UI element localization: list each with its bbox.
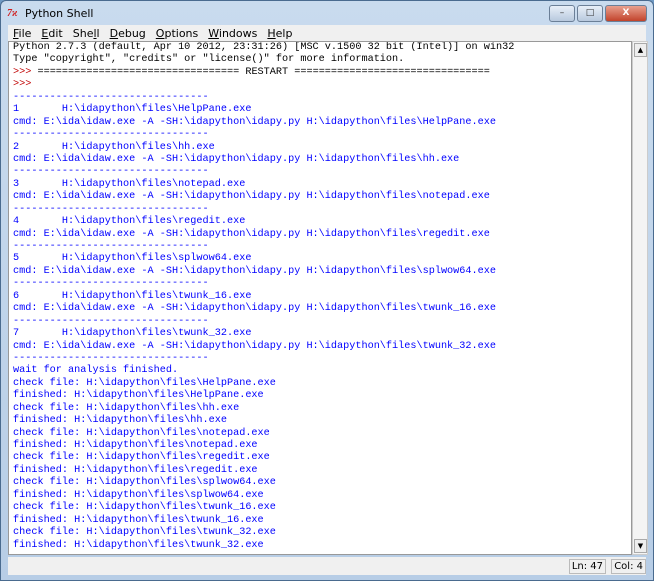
shell-line: cmd: E:\ida\idaw.exe -A -SH:\idapython\i… [13,153,460,165]
shell-line: >>> ================================= RE… [13,66,490,78]
menu-file[interactable]: File [8,27,36,40]
vertical-scrollbar[interactable]: ▲ ▼ [632,41,648,555]
menu-windows[interactable]: Windows [203,27,262,40]
shell-line: finished: H:\idapython\files\twunk_16.ex… [13,514,264,526]
shell-line: Python 2.7.3 (default, Apr 10 2012, 23:3… [13,42,515,53]
shell-line: cmd: E:\ida\idaw.exe -A -SH:\idapython\i… [13,116,496,128]
shell-line: cmd: E:\ida\idaw.exe -A -SH:\idapython\i… [13,303,496,315]
scroll-up-icon[interactable]: ▲ [634,43,647,57]
shell-line: 1 H:\idapython\files\HelpPane.exe [13,104,252,116]
shell-line: -------------------------------- [13,91,209,103]
shell-line: -------------------------------- [13,129,209,141]
shell-line: 4 H:\idapython\files\regedit.exe [13,216,246,228]
shell-lines: Python 2.7.3 (default, Apr 10 2012, 23:3… [13,42,514,552]
menu-edit[interactable]: Edit [36,27,67,40]
shell-line: 2 H:\idapython\files\hh.exe [13,141,215,153]
shell-line: cmd: E:\ida\idaw.exe -A -SH:\idapython\i… [13,265,496,277]
shell-line: cmd: E:\ida\idaw.exe -A -SH:\idapython\i… [13,191,490,203]
shell-line: 5 H:\idapython\files\splwow64.exe [13,253,252,265]
shell-line: check file: H:\idapython\files\notepad.e… [13,427,270,439]
tk-feather-icon: 7ϰ [7,7,18,19]
shell-line: 3 H:\idapython\files\notepad.exe [13,178,246,190]
shell-line: finished: H:\idapython\files\splwow64.ex… [13,489,264,501]
shell-line: finished: H:\idapython\files\regedit.exe [13,464,258,476]
shell-line: -------------------------------- [13,315,209,327]
menu-options[interactable]: Options [151,27,203,40]
menu-bar: File Edit Shell Debug Options Windows Help [8,25,646,41]
shell-line: -------------------------------- [13,352,209,364]
shell-line: -------------------------------- [13,241,209,252]
shell-line: 7 H:\idapython\files\twunk_32.exe [13,328,252,340]
shell-line: 6 H:\idapython\files\twunk_16.exe [13,290,252,302]
maximize-button[interactable]: □ [577,5,603,22]
window-title: Python Shell [25,6,94,20]
shell-line: check file: H:\idapython\files\hh.exe [13,402,240,414]
shell-line: check file: H:\idapython\files\twunk_16.… [13,502,276,514]
python-shell-window: 7ϰ Python Shell – □ X File Edit Shell Debug… [0,0,654,581]
shell-line: finished: H:\idapython\files\HelpPane.ex… [13,390,264,402]
menu-Shell[interactable]: Shell [68,27,105,40]
scroll-down-icon[interactable]: ▼ [634,539,647,553]
shell-line: cmd: E:\ida\idaw.exe -A -SH:\idapython\i… [13,340,496,352]
shell-line: finished: H:\idapython\files\notepad.exe [13,440,258,451]
shell-line: check file: H:\idapython\files\splwow64.… [13,477,276,489]
shell-line: -------------------------------- [13,203,209,215]
shell-line: check file: H:\idapython\files\HelpPane.… [13,377,276,389]
prompt: >>> [13,66,38,78]
shell-line: finished: H:\idapython\files\twunk_32.ex… [13,539,264,551]
shell-line: check file: H:\idapython\files\twunk_32.… [13,527,276,539]
shell-line: check file: H:\idapython\files\regedit.e… [13,452,270,464]
shell-line: -------------------------------- [13,166,209,178]
shell-line: >>> [13,79,514,91]
line-number: Ln: 47 [568,559,606,574]
shell-line: wait for analysis finished. [13,365,179,377]
prompt: >>> [13,79,38,91]
menu-debug[interactable]: Debug [105,27,151,40]
shell-line: Type "copyright", "credits" or "license(… [13,54,405,66]
shell-output[interactable]: Python 2.7.3 (default, Apr 10 2012, 23:3… [8,41,632,555]
title-bar[interactable]: 7ϰ Python Shell – □ X [1,1,653,25]
shell-line: cmd: E:\ida\idaw.exe -A -SH:\idapython\i… [13,228,490,240]
shell-line: finished: H:\idapython\files\hh.exe [13,415,227,427]
close-button[interactable]: X [605,5,647,22]
minimize-button[interactable]: – [549,5,575,22]
status-bar: Ln: 47 Col: 4 [8,557,646,575]
shell-line: -------------------------------- [13,278,209,290]
column-number: Col: 4 [611,559,646,574]
menu-help[interactable]: Help [262,27,297,40]
